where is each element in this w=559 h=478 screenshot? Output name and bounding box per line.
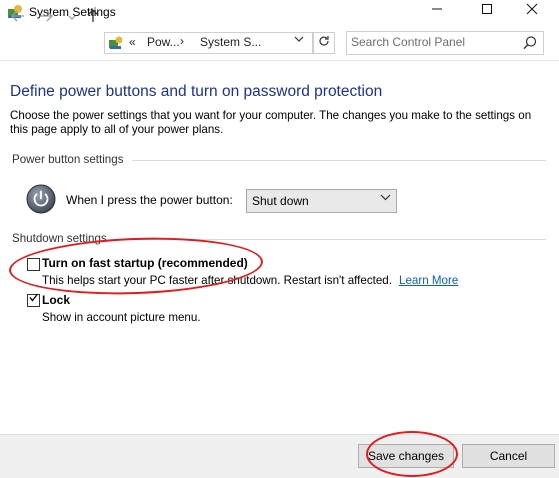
page-title: Define power buttons and turn on passwor…	[10, 83, 383, 100]
up-button[interactable]	[84, 9, 102, 25]
power-icon	[26, 184, 56, 214]
up-arrow-icon	[87, 9, 99, 22]
control-panel-icon	[109, 36, 123, 49]
checkmark-icon	[28, 292, 39, 306]
back-arrow-icon	[11, 10, 24, 22]
address-bar[interactable]: « Pow... › System S...	[104, 32, 313, 54]
forward-button[interactable]	[37, 9, 55, 25]
close-button[interactable]	[512, 0, 552, 24]
fast-startup-description: This helps start your PC faster after sh…	[42, 274, 392, 287]
save-changes-button[interactable]: Save changes	[358, 444, 454, 468]
back-button[interactable]	[9, 9, 27, 25]
chevron-down-icon	[68, 15, 76, 20]
address-dropdown-button[interactable]	[294, 35, 308, 46]
lock-description: Show in account picture menu.	[42, 311, 201, 324]
recent-locations-button[interactable]	[63, 10, 81, 26]
maximize-button[interactable]	[467, 0, 507, 24]
breadcrumb-separator-icon: ›	[180, 34, 184, 48]
minimize-button[interactable]	[417, 0, 457, 24]
power-button-section-label: Power button settings	[12, 153, 124, 166]
search-input[interactable]	[351, 34, 516, 50]
maximize-icon	[482, 4, 492, 14]
shutdown-section-label: Shutdown settings	[12, 232, 107, 245]
breadcrumb-power-options[interactable]: Pow...	[147, 35, 180, 49]
address-overflow-chevron[interactable]: «	[129, 35, 136, 49]
refresh-button[interactable]	[313, 32, 335, 54]
page-description: Choose the power settings that you want …	[10, 109, 532, 136]
lock-checkbox[interactable]	[27, 292, 40, 307]
minimize-icon	[432, 8, 442, 10]
refresh-icon	[319, 36, 329, 46]
section-divider	[118, 239, 546, 240]
dropdown-selected-value: Shut down	[252, 194, 309, 208]
close-icon	[526, 3, 538, 15]
power-button-label: When I press the power button:	[66, 193, 233, 207]
search-box[interactable]	[346, 31, 544, 55]
power-button-action-dropdown[interactable]: Shut down	[246, 189, 397, 213]
fast-startup-label[interactable]: Turn on fast startup (recommended)	[42, 256, 248, 270]
cancel-button[interactable]: Cancel	[462, 444, 555, 468]
chevron-down-icon	[294, 36, 304, 42]
learn-more-link[interactable]: Learn More	[399, 274, 458, 287]
lock-label[interactable]: Lock	[42, 293, 70, 307]
fast-startup-checkbox[interactable]	[27, 258, 40, 271]
forward-arrow-icon	[40, 10, 53, 22]
breadcrumb-system-settings[interactable]: System S...	[200, 35, 261, 49]
chevron-down-icon	[380, 193, 391, 204]
search-icon[interactable]	[522, 35, 538, 51]
section-divider	[132, 160, 546, 161]
